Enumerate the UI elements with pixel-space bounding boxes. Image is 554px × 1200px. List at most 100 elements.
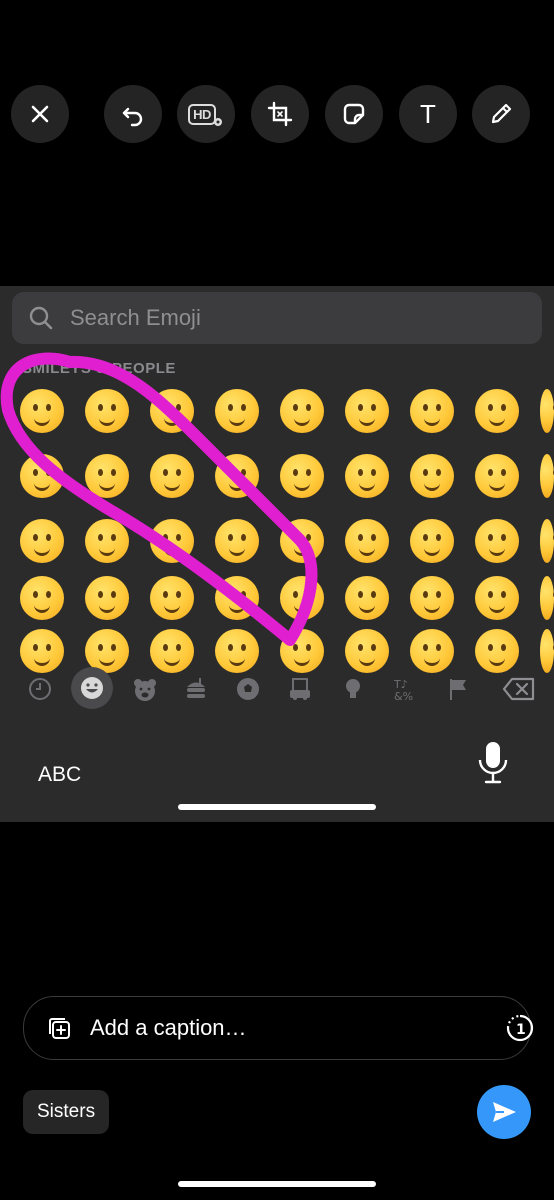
- emoji-eye: [488, 591, 493, 598]
- travel-category-icon[interactable]: [287, 676, 313, 702]
- food-category-icon[interactable]: [183, 676, 209, 702]
- emoji-eye: [46, 469, 51, 476]
- emoji-key[interactable]: [85, 576, 129, 620]
- emoji-key[interactable]: [280, 389, 324, 433]
- emoji-search-input[interactable]: [68, 304, 492, 332]
- emoji-key[interactable]: [150, 454, 194, 498]
- emoji-key[interactable]: [215, 576, 259, 620]
- view-once-icon[interactable]: 1: [506, 1014, 534, 1042]
- emoji-key[interactable]: [150, 576, 194, 620]
- emoji-eye: [423, 404, 428, 411]
- emoji-eye: [501, 534, 506, 541]
- emoji-key[interactable]: [20, 576, 64, 620]
- emoji-key[interactable]: [345, 389, 389, 433]
- emoji-key[interactable]: [85, 519, 129, 563]
- microphone-icon[interactable]: [476, 740, 510, 786]
- emoji-key[interactable]: [280, 576, 324, 620]
- emoji-search-field[interactable]: [12, 292, 542, 344]
- recipient-chip[interactable]: Sisters: [23, 1090, 110, 1134]
- emoji-mouth: [229, 416, 245, 426]
- emoji-key[interactable]: [215, 519, 259, 563]
- emoji-key[interactable]: [85, 454, 129, 498]
- emoji-eye: [163, 404, 168, 411]
- emoji-mouth: [99, 416, 115, 426]
- emoji-eye: [501, 469, 506, 476]
- caption-field[interactable]: 1: [23, 996, 534, 1060]
- emoji-key[interactable]: [540, 519, 554, 563]
- animals-category-icon[interactable]: [132, 676, 158, 702]
- emoji-eye: [98, 591, 103, 598]
- emoji-key[interactable]: [475, 454, 519, 498]
- objects-category-icon[interactable]: [340, 676, 366, 702]
- emoji-key[interactable]: [20, 454, 64, 498]
- emoji-key[interactable]: [410, 519, 454, 563]
- flag-icon[interactable]: [445, 676, 471, 702]
- add-media-icon[interactable]: [46, 1015, 72, 1041]
- emoji-eye: [436, 534, 441, 541]
- emoji-key[interactable]: [280, 519, 324, 563]
- emoji-eye: [488, 404, 493, 411]
- crop-button[interactable]: [251, 85, 309, 143]
- emoji-key[interactable]: [345, 576, 389, 620]
- emoji-key[interactable]: [540, 389, 554, 433]
- emoji-key[interactable]: [410, 576, 454, 620]
- emoji-key[interactable]: [215, 389, 259, 433]
- caption-input[interactable]: [88, 1014, 472, 1042]
- emoji-key[interactable]: [150, 389, 194, 433]
- close-button[interactable]: [11, 85, 69, 143]
- emoji-key[interactable]: [345, 519, 389, 563]
- emoji-eye: [241, 591, 246, 598]
- emoji-mouth: [34, 656, 50, 666]
- emoji-key[interactable]: [410, 454, 454, 498]
- emoji-eye: [228, 644, 233, 651]
- home-indicator: [178, 1181, 376, 1187]
- emoji-key[interactable]: [20, 389, 64, 433]
- abc-keyboard-button[interactable]: ABC: [38, 763, 81, 787]
- emoji-key[interactable]: [85, 389, 129, 433]
- emoji-key[interactable]: [150, 519, 194, 563]
- emoji-key[interactable]: [410, 389, 454, 433]
- emoji-eye: [293, 534, 298, 541]
- symbols-category-icon[interactable]: T♪ &%: [393, 676, 419, 702]
- smileys-category-button[interactable]: [71, 667, 113, 709]
- emoji-mouth: [424, 481, 440, 491]
- emoji-eye: [46, 591, 51, 598]
- undo-button[interactable]: [104, 85, 162, 143]
- emoji-mouth: [489, 546, 505, 556]
- backspace-icon[interactable]: [502, 676, 536, 702]
- emoji-key[interactable]: [280, 454, 324, 498]
- emoji-eye: [33, 404, 38, 411]
- emoji-eye: [176, 469, 181, 476]
- emoji-mouth: [294, 481, 310, 491]
- emoji-eye: [111, 404, 116, 411]
- emoji-key[interactable]: [475, 576, 519, 620]
- emoji-key[interactable]: [475, 519, 519, 563]
- emoji-eye: [501, 404, 506, 411]
- draw-button[interactable]: [472, 85, 530, 143]
- emoji-mouth: [359, 546, 375, 556]
- emoji-key[interactable]: [540, 576, 554, 620]
- emoji-eye: [358, 591, 363, 598]
- text-button[interactable]: T: [399, 85, 457, 143]
- emoji-key[interactable]: [540, 454, 554, 498]
- emoji-mouth: [294, 656, 310, 666]
- emoji-eye: [371, 591, 376, 598]
- emoji-mouth: [34, 603, 50, 613]
- emoji-eye: [501, 591, 506, 598]
- send-button[interactable]: [477, 1085, 531, 1139]
- emoji-key[interactable]: [345, 454, 389, 498]
- recent-category-icon[interactable]: [27, 676, 53, 702]
- hd-quality-button[interactable]: HD: [177, 85, 235, 143]
- sticker-button[interactable]: [325, 85, 383, 143]
- emoji-mouth: [294, 416, 310, 426]
- emoji-eye: [358, 469, 363, 476]
- emoji-eye: [306, 644, 311, 651]
- emoji-eye: [111, 591, 116, 598]
- emoji-eye: [228, 469, 233, 476]
- emoji-key[interactable]: [215, 454, 259, 498]
- emoji-key[interactable]: [20, 519, 64, 563]
- emoji-eye: [306, 591, 311, 598]
- emoji-key[interactable]: [475, 389, 519, 433]
- emoji-mouth: [229, 603, 245, 613]
- activity-category-icon[interactable]: [235, 676, 261, 702]
